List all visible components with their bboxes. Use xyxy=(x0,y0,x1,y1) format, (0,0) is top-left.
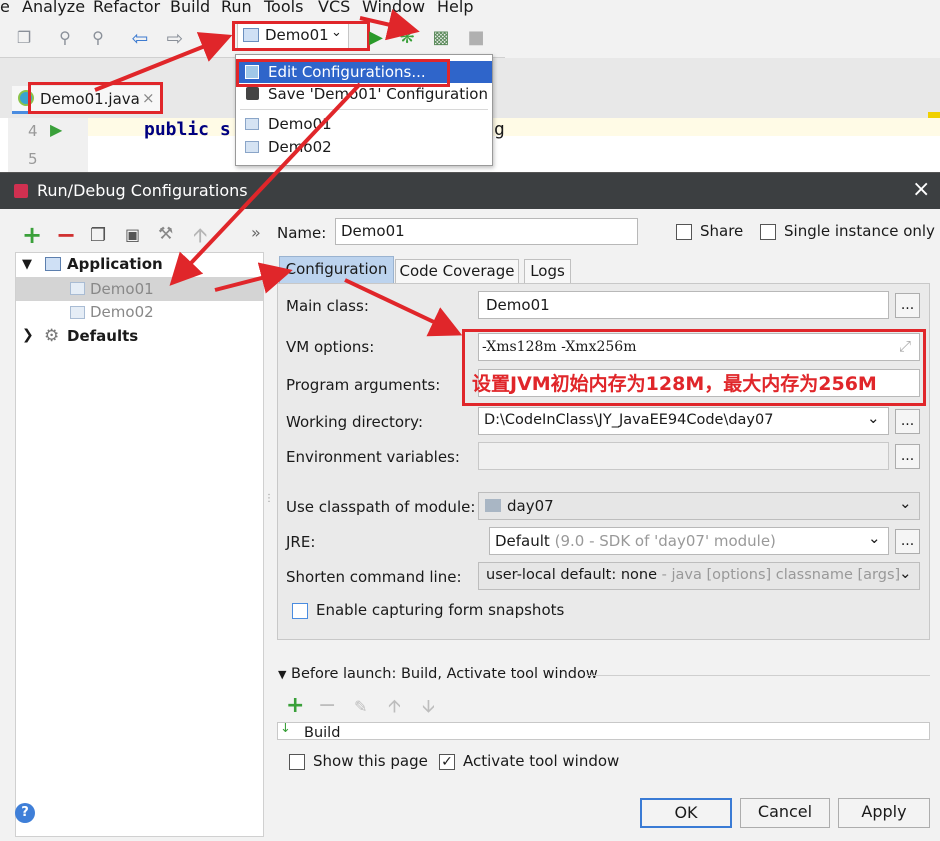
annotation-arrows xyxy=(94,9,463,337)
arrow-tab-to-runconfig xyxy=(94,32,233,92)
arrow-runconfig-to-dropdown xyxy=(359,9,420,41)
arrow-demo01-to-config-tab xyxy=(214,262,293,294)
arrow-config-tab-to-vm-options xyxy=(344,278,463,337)
arrow-dropdown-to-dialog xyxy=(169,82,362,286)
